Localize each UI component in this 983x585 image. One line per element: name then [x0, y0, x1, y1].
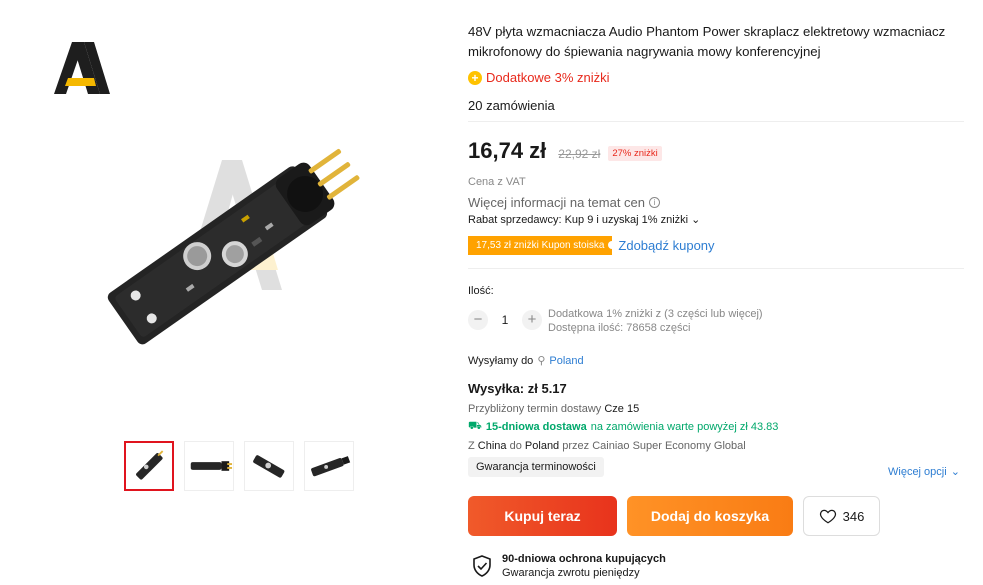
original-price: 22,92 zł [558, 147, 601, 161]
get-coupons-link[interactable]: Zdobądź kupony [618, 238, 714, 253]
chevron-down-icon: ⌄ [950, 466, 960, 478]
product-gallery [0, 0, 440, 585]
quantity-stepper[interactable]: − 1 + [468, 310, 542, 330]
wishlist-button[interactable]: 346 [803, 496, 880, 536]
buy-now-button[interactable]: Kupuj teraz [468, 496, 617, 536]
divider [468, 121, 964, 122]
shield-check-icon [473, 555, 491, 577]
product-title: 48V płyta wzmacniacza Audio Phantom Powe… [468, 24, 946, 59]
route-from: China [477, 440, 507, 452]
price-info-link[interactable]: Więcej informacji na temat cen i [468, 195, 661, 210]
location-pin-icon: ⚲ [537, 355, 546, 367]
shipping-route: Z China do Poland przez Cainiao Super Ec… [468, 440, 746, 452]
more-options-link[interactable]: Więcej opcji ⌄ [888, 465, 960, 479]
price-row: 16,74 zł 22,92 zł 27% zniżki [468, 138, 662, 164]
fast-delivery-condition: na zamówienia warte powyżej zł 43.83 [590, 421, 779, 433]
vat-note: Cena z VAT [468, 176, 526, 188]
discount-badge: 27% zniżki [608, 146, 662, 161]
add-to-cart-button[interactable]: Dodaj do koszyka [627, 496, 793, 536]
ship-to-label: Wysyłamy do [468, 354, 534, 367]
thumbnail-strip [124, 441, 354, 491]
available-quantity: Dostępna ilość: 78658 części [548, 322, 691, 334]
quantity-note: Dodatkowa 1% zniżki z (3 części lub więc… [548, 307, 763, 335]
thumbnail-1[interactable] [124, 441, 174, 491]
quantity-value[interactable]: 1 [498, 313, 512, 327]
delivery-estimate: Przybliżony termin dostawy Cze 15 [468, 403, 639, 415]
chevron-down-icon: ⌄ [691, 214, 701, 226]
promo-coin-icon: + [468, 70, 482, 85]
price-info-label: Więcej informacji na temat cen [468, 195, 646, 210]
seller-discount-label: Rabat sprzedawcy: Kup 9 i uzyskaj 1% zni… [468, 214, 689, 226]
route-carrier: przez Cainiao Super Economy Global [562, 440, 746, 452]
protection-title: 90-dniowa ochrona kupujących [502, 553, 666, 565]
action-buttons: Kupuj teraz Dodaj do koszyka 346 [468, 496, 880, 536]
route-from-label: Z [468, 440, 475, 452]
coupon-row: 17,53 zł zniżki Kupon stoiska Zdobądź ku… [468, 236, 715, 255]
heart-icon [819, 509, 836, 524]
delivery-guarantee-tag: Gwarancja terminowości [468, 457, 604, 477]
product-info-panel: 48V płyta wzmacniacza Audio Phantom Powe… [468, 0, 968, 585]
buyer-protection: 90-dniowa ochrona kupujących Gwarancja z… [472, 553, 666, 579]
ship-to[interactable]: Wysyłamy do ⚲ Poland [468, 354, 584, 368]
store-logo-icon [54, 42, 110, 94]
thumbnail-3[interactable] [244, 441, 294, 491]
delivery-estimate-date: Cze 15 [604, 403, 640, 415]
thumbnail-2[interactable] [184, 441, 234, 491]
protection-text: 90-dniowa ochrona kupujących Gwarancja z… [502, 553, 666, 579]
shipping-cost: Wysyłka: zł 5.17 [468, 381, 567, 396]
store-coupon[interactable]: 17,53 zł zniżki Kupon stoiska [468, 236, 617, 255]
fast-delivery: ⛟ 15-dniowa dostawa na zamówienia warte … [468, 420, 778, 434]
orders-count: 20 zamówienia [468, 98, 555, 113]
more-options-label: Więcej opcji [888, 465, 947, 478]
fast-delivery-title: 15-dniowa dostawa [485, 421, 587, 433]
current-price: 16,74 zł [468, 138, 547, 163]
plus-icon[interactable]: + [522, 310, 542, 330]
route-to-label: do [509, 440, 522, 452]
seller-discount[interactable]: Rabat sprzedawcy: Kup 9 i uzyskaj 1% zni… [468, 213, 700, 226]
info-icon: i [649, 197, 661, 208]
delivery-estimate-label: Przybliżony termin dostawy [468, 403, 602, 415]
minus-icon[interactable]: − [468, 310, 488, 330]
promo-label: Dodatkowe 3% zniżki [486, 70, 610, 85]
thumbnail-4[interactable] [304, 441, 354, 491]
bulk-discount-note: Dodatkowa 1% zniżki z (3 części lub więc… [548, 308, 763, 320]
truck-icon: ⛟ [468, 420, 482, 432]
route-to: Poland [524, 440, 560, 452]
extra-discount-promo[interactable]: + Dodatkowe 3% zniżki [468, 70, 610, 85]
quantity-label: Ilość: [468, 285, 494, 297]
main-product-image[interactable] [82, 90, 382, 400]
ship-to-country[interactable]: Poland [549, 355, 583, 367]
divider [468, 268, 964, 269]
wishlist-count: 346 [842, 508, 865, 524]
protection-subtitle: Gwarancja zwrotu pieniędzy [502, 567, 640, 579]
